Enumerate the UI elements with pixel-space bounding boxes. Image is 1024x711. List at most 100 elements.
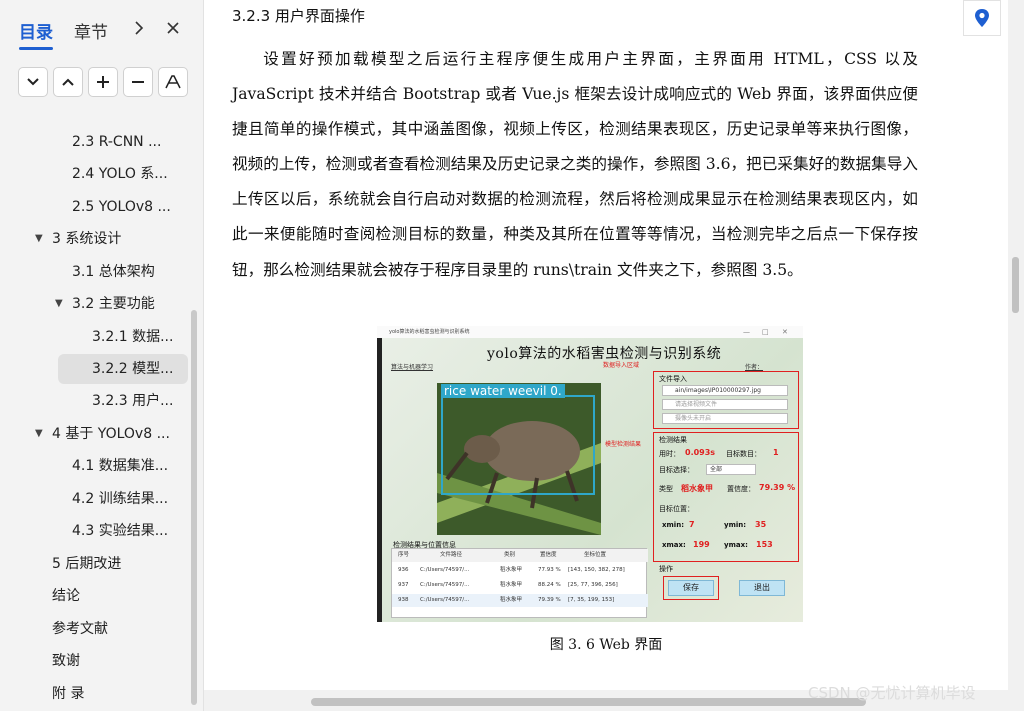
toc-item[interactable]: 结论 <box>52 581 80 611</box>
xmax-value: 199 <box>693 540 710 549</box>
toc-item[interactable]: 3.1 总体架构 <box>72 257 155 287</box>
toc-item-label: 4 基于 YOLOv8 ... <box>52 426 170 442</box>
toc-item[interactable]: 4.1 数据集准... <box>72 451 168 481</box>
detection-bbox <box>441 395 595 495</box>
table-row: 937 C:/Users/74597/... 稻水象甲 88.24 % [25,… <box>392 579 648 592</box>
sidebar-scrollbar[interactable] <box>191 310 197 705</box>
ymin-value: 35 <box>755 520 767 529</box>
chevron-down-icon <box>27 78 39 86</box>
plus-icon <box>97 76 109 88</box>
toc-item[interactable]: ▼ 3.2 主要功能 <box>55 289 155 319</box>
class-value: 稻水象甲 <box>681 484 713 493</box>
cell: 937 <box>398 582 409 588</box>
target-select-label: 目标选择： <box>659 466 694 474</box>
toc-item-label: 3.2.3 用户... <box>92 393 174 409</box>
results-title: 检测结果 <box>659 436 687 444</box>
col-header: 文件路径 <box>440 552 463 558</box>
ymax-value: 153 <box>756 540 773 549</box>
expand-down-button[interactable] <box>18 67 48 97</box>
toc-item-label: 3.2 主要功能 <box>72 296 155 312</box>
cell: C:/Users/74597/... <box>420 567 470 573</box>
toc-item-label: 结论 <box>52 588 80 604</box>
toc-item[interactable]: 参考文献 <box>52 614 108 644</box>
toc-item[interactable]: 2.5 YOLOv8 ... <box>72 192 171 222</box>
format-button[interactable] <box>158 67 188 97</box>
toc-item[interactable]: 致谢 <box>52 646 80 676</box>
add-button[interactable] <box>88 67 118 97</box>
file-import-title: 文件导入 <box>659 375 687 383</box>
ymax-label: ymax: <box>724 541 748 549</box>
body-paragraph: 设置好预加载模型之后运行主程序便生成用户主界面，主界面用 HTML，CSS 以及… <box>232 50 918 279</box>
location-pin-icon <box>975 9 989 27</box>
sidebar-tabbar: 目录 章节 <box>0 0 204 58</box>
col-header: 坐标位置 <box>584 552 607 558</box>
toc-item[interactable]: ▼ 4 基于 YOLOv8 ... <box>35 419 170 449</box>
cell: 稻水象甲 <box>500 582 523 588</box>
cell: C:/Users/74597/... <box>420 597 470 603</box>
vertical-scroll-thumb[interactable] <box>1012 257 1019 313</box>
maximize-icon: □ <box>762 328 769 336</box>
tab-outline[interactable]: 目录 <box>19 18 53 50</box>
video-file-input: 请选择视频文件 <box>662 399 788 410</box>
tab-chapters[interactable]: 章节 <box>74 18 108 43</box>
position-label: 目标位置： <box>659 505 694 513</box>
toc-item-label: 5 后期改进 <box>52 556 122 572</box>
toc-item-label: 参考文献 <box>52 621 108 637</box>
toc-item-label: 3.2.2 模型... <box>92 361 174 377</box>
close-icon: ✕ <box>782 328 788 336</box>
outline-sidebar: 目录 章节 2.3 R-CNN ... 2.4 YOLO 系... 2.5 YO… <box>0 0 204 711</box>
xmax-label: xmax: <box>662 541 686 549</box>
toc-item[interactable]: 5 后期改进 <box>52 549 121 579</box>
cell: [7, 35, 199, 153] <box>568 597 615 603</box>
time-value: 0.093s <box>685 448 716 457</box>
watermark: CSDN @无忧计算机毕设 <box>808 684 976 702</box>
collapse-up-button[interactable] <box>53 67 83 97</box>
minimize-icon: — <box>743 328 750 336</box>
toc-item-label: 4.3 实验结果... <box>72 523 169 539</box>
col-header: 置信度 <box>540 552 557 558</box>
caret-down-icon[interactable]: ▼ <box>35 419 43 449</box>
cell: C:/Users/74597/... <box>420 582 470 588</box>
toc-item-selected[interactable]: 3.2.2 模型... <box>58 354 188 384</box>
toc-item-label: 2.5 YOLOv8 ... <box>72 199 171 215</box>
cell: 938 <box>398 597 409 603</box>
cell: 936 <box>398 567 409 573</box>
table-row: 936 C:/Users/74597/... 稻水象甲 77.93 % [143… <box>392 564 648 577</box>
toc-item[interactable]: 2.4 YOLO 系... <box>72 159 168 189</box>
minus-icon <box>132 81 144 83</box>
horizontal-scroll-thumb[interactable] <box>311 698 866 706</box>
table-header: 序号 文件路径 类别 置信度 坐标位置 <box>392 549 648 562</box>
toc-item[interactable]: 附 录 <box>52 679 84 709</box>
toc-item[interactable]: 3.2.3 用户... <box>92 386 173 416</box>
vertical-scrollbar[interactable] <box>1008 0 1024 690</box>
remove-button[interactable] <box>123 67 153 97</box>
ops-title: 操作 <box>659 565 673 573</box>
section-heading: 3.2.3 用户界面操作 <box>232 7 365 25</box>
upload-area-annotation: 数据导入区域 <box>603 362 640 369</box>
result-area-annotation: 模型检测结果 <box>605 441 642 448</box>
xmin-value: 7 <box>689 520 695 529</box>
results-table: 序号 文件路径 类别 置信度 坐标位置 936 C:/Users/74597/.… <box>391 548 648 618</box>
save-button: 保存 <box>668 580 714 596</box>
toc-item[interactable]: 4.3 实验结果... <box>72 516 168 546</box>
algo-label: 算法与机器学习 <box>391 364 434 371</box>
toc-item[interactable]: ▼ 3 系统设计 <box>35 224 122 254</box>
toc-item-label: 3.2.1 数据... <box>92 329 174 345</box>
toc-item[interactable]: 2.3 R-CNN ... <box>72 127 161 157</box>
caret-down-icon[interactable]: ▼ <box>35 224 43 254</box>
toc-item[interactable]: 4.2 训练结果... <box>72 484 168 514</box>
toc-item-label: 2.3 R-CNN ... <box>72 134 162 150</box>
chevron-right-icon[interactable] <box>126 14 152 42</box>
toc-item-label: 2.4 YOLO 系... <box>72 166 168 182</box>
xmin-label: xmin: <box>662 521 684 529</box>
clear-format-icon <box>165 75 181 89</box>
time-label: 用时： <box>659 450 680 458</box>
caret-down-icon[interactable]: ▼ <box>55 289 63 319</box>
toc-item[interactable]: 3.2.1 数据... <box>92 322 173 352</box>
cell: [25, 77, 396, 256] <box>568 582 618 588</box>
location-button[interactable] <box>963 0 1001 36</box>
close-icon[interactable] <box>160 14 186 42</box>
image-path-input: ain/images\IP010000297.jpg <box>662 385 788 396</box>
toc-item-label: 3 系统设计 <box>52 231 122 247</box>
figure-web-interface: yolo算法的水稻害虫检测与识别系统 — □ ✕ yolo算法的水稻害虫检测与识… <box>377 326 803 622</box>
